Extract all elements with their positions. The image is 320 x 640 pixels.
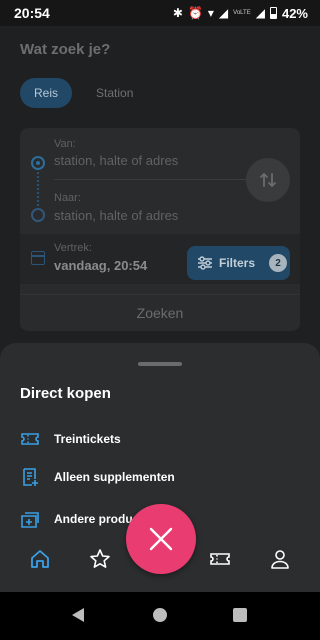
sheet-drag-handle[interactable] — [138, 362, 182, 366]
status-icons: ✱ ⏰ ▾ ◢ VoLTE ◢ 42% — [173, 6, 308, 21]
ticket-icon — [21, 433, 39, 445]
swap-icon — [260, 173, 276, 187]
route-line — [37, 172, 39, 206]
origin-dot-icon — [31, 156, 45, 170]
ticket-icon — [210, 553, 230, 565]
route-fields: Van: station, halte of adres Naar: stati… — [20, 128, 300, 231]
filters-label: Filters — [219, 256, 256, 270]
search-button[interactable]: Zoeken — [20, 294, 300, 331]
profile-icon — [271, 550, 289, 569]
departure-label: Vertrek: — [54, 242, 92, 254]
system-nav-bar — [0, 592, 320, 640]
sliders-icon — [198, 256, 212, 270]
recents-icon[interactable] — [233, 608, 247, 622]
back-icon[interactable] — [72, 608, 84, 622]
departure-row[interactable]: Vertrek: vandaag, 20:54 Filters 2 — [20, 234, 300, 284]
swap-button[interactable] — [246, 158, 290, 202]
home-icon — [31, 550, 49, 568]
to-label: Naar: — [54, 192, 81, 204]
from-field[interactable]: station, halte of adres — [54, 153, 178, 168]
option-treintickets[interactable]: Treintickets — [20, 429, 121, 449]
nav-tickets[interactable] — [208, 547, 232, 571]
departure-value: vandaag, 20:54 — [54, 258, 148, 273]
signal-icon: ◢ — [218, 6, 229, 20]
status-bar: 20:54 ✱ ⏰ ▾ ◢ VoLTE ◢ 42% — [0, 0, 320, 26]
option-supplementen[interactable]: Alleen supplementen — [20, 467, 175, 487]
nav-home[interactable] — [28, 547, 52, 571]
receipt-plus-icon — [23, 468, 38, 486]
home-circle-icon[interactable] — [153, 608, 167, 622]
calendar-icon — [31, 251, 45, 265]
battery-icon — [269, 7, 277, 19]
page-title: Wat zoek je? — [20, 41, 111, 58]
tab-station[interactable]: Station — [82, 78, 147, 108]
battery-percent: 42% — [281, 5, 308, 21]
to-field[interactable]: station, halte of adres — [54, 208, 178, 223]
nav-profile[interactable] — [268, 547, 292, 571]
planner-card: Van: station, halte of adres Naar: stati… — [20, 128, 300, 331]
field-divider — [54, 179, 250, 180]
option-label: Alleen supplementen — [54, 470, 175, 484]
option-label: Treintickets — [54, 432, 121, 446]
volte-label: VoLTE — [233, 10, 251, 16]
sheet-title: Direct kopen — [20, 385, 111, 402]
filters-count-badge: 2 — [269, 254, 288, 272]
star-icon — [90, 549, 110, 568]
destination-dot-icon — [31, 208, 45, 222]
mode-tabs: Reis Station — [20, 78, 147, 108]
wifi-icon: ▾ — [207, 6, 214, 20]
filters-button[interactable]: Filters 2 — [187, 246, 290, 280]
alarm-icon: ⏰ — [187, 6, 203, 20]
add-product-icon — [21, 512, 39, 528]
status-time: 20:54 — [14, 5, 50, 21]
close-button[interactable] — [126, 504, 196, 574]
from-label: Van: — [54, 138, 76, 150]
nav-favorites[interactable] — [88, 547, 112, 571]
signal-icon-2: ◢ — [255, 6, 265, 20]
bluetooth-icon: ✱ — [172, 6, 183, 20]
close-icon — [149, 527, 173, 551]
tab-reis[interactable]: Reis — [20, 78, 73, 108]
